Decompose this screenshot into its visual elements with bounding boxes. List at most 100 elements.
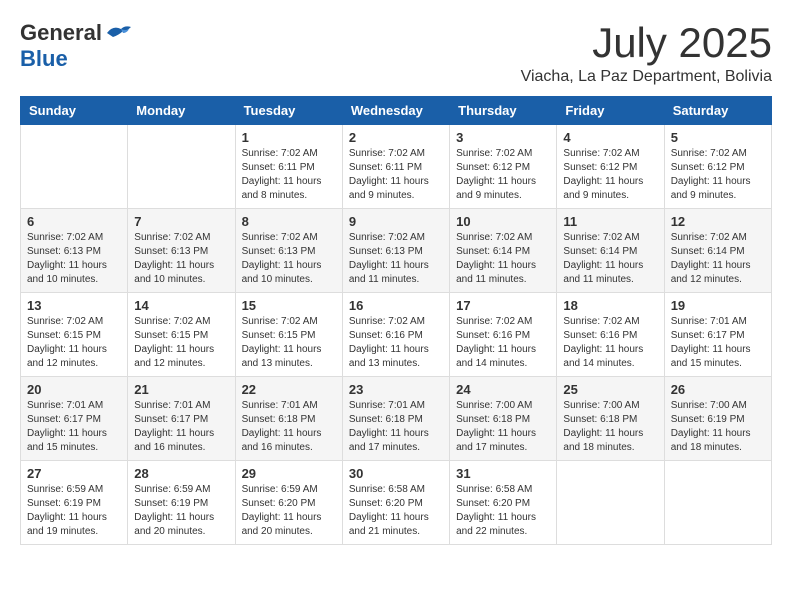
- calendar-cell: 17 Sunrise: 7:02 AMSunset: 6:16 PMDayligh…: [450, 293, 557, 377]
- location-title: Viacha, La Paz Department, Bolivia: [521, 68, 772, 86]
- day-number: 18: [563, 298, 657, 313]
- day-number: 22: [242, 382, 336, 397]
- day-number: 15: [242, 298, 336, 313]
- day-info: Sunrise: 7:02 AMSunset: 6:14 PMDaylight:…: [671, 231, 765, 287]
- logo-general-text: General: [20, 20, 102, 46]
- calendar-weekday-tuesday: Tuesday: [235, 97, 342, 125]
- calendar-cell: 24Sunrise: 7:00 AMSunset: 6:18 PMDayligh…: [450, 377, 557, 461]
- day-number: 21: [134, 382, 228, 397]
- calendar-cell: 18 Sunrise: 7:02 AMSunset: 6:16 PMDayligh…: [557, 293, 664, 377]
- calendar-cell: 20Sunrise: 7:01 AMSunset: 6:17 PMDayligh…: [21, 377, 128, 461]
- calendar-cell: 1 Sunrise: 7:02 AMSunset: 6:11 PMDaylight…: [235, 125, 342, 209]
- day-number: 2: [349, 130, 443, 145]
- day-info: Sunrise: 7:02 AMSunset: 6:14 PMDaylight:…: [456, 231, 550, 287]
- day-number: 5: [671, 130, 765, 145]
- calendar-cell: [557, 461, 664, 545]
- calendar-week-4: 20Sunrise: 7:01 AMSunset: 6:17 PMDayligh…: [21, 377, 772, 461]
- calendar-header-row: SundayMondayTuesdayWednesdayThursdayFrid…: [21, 97, 772, 125]
- logo-bird-icon: [105, 23, 133, 43]
- day-number: 11: [563, 214, 657, 229]
- day-number: 30: [349, 466, 443, 481]
- day-number: 28: [134, 466, 228, 481]
- day-info: Sunrise: 7:02 AMSunset: 6:16 PMDaylight:…: [456, 315, 550, 371]
- calendar-cell: 22 Sunrise: 7:01 AMSunset: 6:18 PMDayligh…: [235, 377, 342, 461]
- day-number: 7: [134, 214, 228, 229]
- day-info: Sunrise: 7:02 AMSunset: 6:15 PMDaylight:…: [242, 315, 336, 371]
- day-number: 29: [242, 466, 336, 481]
- calendar-weekday-thursday: Thursday: [450, 97, 557, 125]
- calendar-cell: 6 Sunrise: 7:02 AMSunset: 6:13 PMDaylight…: [21, 209, 128, 293]
- day-info: Sunrise: 7:00 AMSunset: 6:19 PMDaylight:…: [671, 399, 765, 455]
- calendar-cell: 28 Sunrise: 6:59 AMSunset: 6:19 PMDayligh…: [128, 461, 235, 545]
- day-info: Sunrise: 7:01 AMSunset: 6:18 PMDaylight:…: [242, 399, 336, 455]
- day-number: 27: [27, 466, 121, 481]
- day-info: Sunrise: 7:02 AMSunset: 6:15 PMDaylight:…: [134, 315, 228, 371]
- calendar-cell: 7 Sunrise: 7:02 AMSunset: 6:13 PMDaylight…: [128, 209, 235, 293]
- calendar-cell: 23Sunrise: 7:01 AMSunset: 6:18 PMDayligh…: [342, 377, 449, 461]
- logo: General Blue: [20, 20, 133, 72]
- day-number: 9: [349, 214, 443, 229]
- calendar-cell: 29Sunrise: 6:59 AMSunset: 6:20 PMDayligh…: [235, 461, 342, 545]
- calendar-cell: 4Sunrise: 7:02 AMSunset: 6:12 PMDaylight…: [557, 125, 664, 209]
- calendar-cell: 19 Sunrise: 7:01 AMSunset: 6:17 PMDayligh…: [664, 293, 771, 377]
- calendar-weekday-monday: Monday: [128, 97, 235, 125]
- calendar-cell: 8 Sunrise: 7:02 AMSunset: 6:13 PMDaylight…: [235, 209, 342, 293]
- day-number: 25: [563, 382, 657, 397]
- calendar-cell: 10Sunrise: 7:02 AMSunset: 6:14 PMDayligh…: [450, 209, 557, 293]
- calendar-cell: 26 Sunrise: 7:00 AMSunset: 6:19 PMDayligh…: [664, 377, 771, 461]
- title-section: July 2025 Viacha, La Paz Department, Bol…: [521, 20, 772, 86]
- calendar-weekday-sunday: Sunday: [21, 97, 128, 125]
- calendar-week-5: 27 Sunrise: 6:59 AMSunset: 6:19 PMDayligh…: [21, 461, 772, 545]
- day-info: Sunrise: 7:02 AMSunset: 6:13 PMDaylight:…: [349, 231, 443, 287]
- calendar-weekday-wednesday: Wednesday: [342, 97, 449, 125]
- calendar-cell: 12Sunrise: 7:02 AMSunset: 6:14 PMDayligh…: [664, 209, 771, 293]
- day-info: Sunrise: 7:02 AMSunset: 6:16 PMDaylight:…: [349, 315, 443, 371]
- day-info: Sunrise: 7:02 AMSunset: 6:15 PMDaylight:…: [27, 315, 121, 371]
- day-info: Sunrise: 6:58 AMSunset: 6:20 PMDaylight:…: [349, 483, 443, 539]
- page-header: General Blue July 2025 Viacha, La Paz De…: [20, 20, 772, 86]
- calendar-cell: 21 Sunrise: 7:01 AMSunset: 6:17 PMDayligh…: [128, 377, 235, 461]
- calendar-week-3: 13 Sunrise: 7:02 AMSunset: 6:15 PMDayligh…: [21, 293, 772, 377]
- day-info: Sunrise: 6:59 AMSunset: 6:19 PMDaylight:…: [134, 483, 228, 539]
- day-info: Sunrise: 7:02 AMSunset: 6:13 PMDaylight:…: [242, 231, 336, 287]
- day-info: Sunrise: 7:02 AMSunset: 6:11 PMDaylight:…: [242, 147, 336, 203]
- calendar-cell: [21, 125, 128, 209]
- calendar-cell: 25Sunrise: 7:00 AMSunset: 6:18 PMDayligh…: [557, 377, 664, 461]
- day-number: 17: [456, 298, 550, 313]
- day-number: 1: [242, 130, 336, 145]
- day-number: 6: [27, 214, 121, 229]
- day-number: 24: [456, 382, 550, 397]
- day-number: 19: [671, 298, 765, 313]
- calendar-cell: 27Sunrise: 6:59 AMSunset: 6:19 PMDayligh…: [21, 461, 128, 545]
- calendar-table: SundayMondayTuesdayWednesdayThursdayFrid…: [20, 96, 772, 545]
- calendar-week-1: 1 Sunrise: 7:02 AMSunset: 6:11 PMDaylight…: [21, 125, 772, 209]
- calendar-cell: 31Sunrise: 6:58 AMSunset: 6:20 PMDayligh…: [450, 461, 557, 545]
- month-title: July 2025: [521, 20, 772, 66]
- logo-blue-text: Blue: [20, 46, 68, 72]
- calendar-cell: 14 Sunrise: 7:02 AMSunset: 6:15 PMDayligh…: [128, 293, 235, 377]
- day-number: 31: [456, 466, 550, 481]
- day-info: Sunrise: 7:02 AMSunset: 6:12 PMDaylight:…: [671, 147, 765, 203]
- calendar-cell: 2 Sunrise: 7:02 AMSunset: 6:11 PMDaylight…: [342, 125, 449, 209]
- calendar-cell: 9 Sunrise: 7:02 AMSunset: 6:13 PMDaylight…: [342, 209, 449, 293]
- day-number: 14: [134, 298, 228, 313]
- calendar-cell: 5 Sunrise: 7:02 AMSunset: 6:12 PMDaylight…: [664, 125, 771, 209]
- day-info: Sunrise: 7:02 AMSunset: 6:13 PMDaylight:…: [134, 231, 228, 287]
- day-info: Sunrise: 7:01 AMSunset: 6:17 PMDaylight:…: [134, 399, 228, 455]
- day-info: Sunrise: 7:02 AMSunset: 6:16 PMDaylight:…: [563, 315, 657, 371]
- day-info: Sunrise: 7:02 AMSunset: 6:11 PMDaylight:…: [349, 147, 443, 203]
- day-info: Sunrise: 7:01 AMSunset: 6:17 PMDaylight:…: [671, 315, 765, 371]
- calendar-cell: [128, 125, 235, 209]
- day-number: 26: [671, 382, 765, 397]
- day-info: Sunrise: 7:01 AMSunset: 6:17 PMDaylight:…: [27, 399, 121, 455]
- day-number: 3: [456, 130, 550, 145]
- day-info: Sunrise: 7:01 AMSunset: 6:18 PMDaylight:…: [349, 399, 443, 455]
- calendar-cell: [664, 461, 771, 545]
- day-number: 8: [242, 214, 336, 229]
- calendar-cell: 3Sunrise: 7:02 AMSunset: 6:12 PMDaylight…: [450, 125, 557, 209]
- day-number: 4: [563, 130, 657, 145]
- day-number: 13: [27, 298, 121, 313]
- day-info: Sunrise: 7:02 AMSunset: 6:13 PMDaylight:…: [27, 231, 121, 287]
- calendar-cell: 15 Sunrise: 7:02 AMSunset: 6:15 PMDayligh…: [235, 293, 342, 377]
- calendar-cell: 11Sunrise: 7:02 AMSunset: 6:14 PMDayligh…: [557, 209, 664, 293]
